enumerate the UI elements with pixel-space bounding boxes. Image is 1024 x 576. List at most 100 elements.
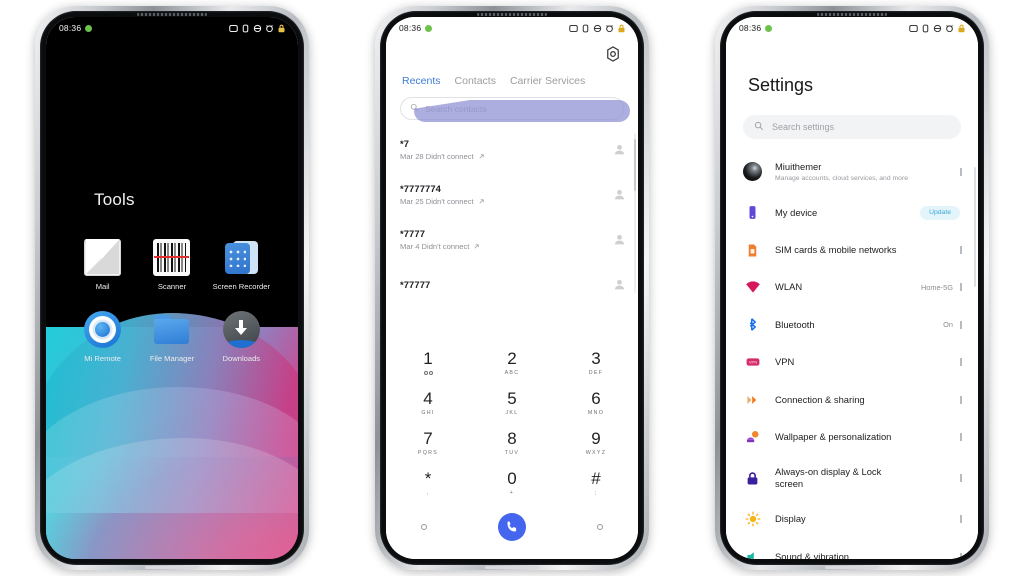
app-scanner[interactable]: Scanner — [137, 239, 206, 291]
app-mi-remote[interactable]: Mi Remote — [68, 311, 137, 363]
lock-icon — [957, 24, 966, 33]
settings-value: On — [943, 320, 953, 330]
app-downloads[interactable]: Downloads — [207, 311, 276, 363]
app-screen-recorder[interactable]: Screen Recorder — [207, 239, 276, 291]
settings-row-display[interactable]: Display — [726, 501, 978, 538]
mail-icon — [84, 239, 122, 276]
dialpad-key-hash[interactable]: # ; — [554, 463, 638, 503]
chevron-right-icon — [960, 432, 964, 442]
key-letters: GHI — [421, 410, 435, 416]
settings-row-account[interactable]: Miuithemer Manage accounts, cloud servic… — [726, 149, 978, 194]
sound-icon — [743, 547, 762, 559]
phone-3-settings: 08:36 Settings Search settings Miuitheme… — [715, 6, 989, 570]
settings-row-always-on-display[interactable]: Always-on display & Lock screen — [726, 456, 978, 501]
gear-icon[interactable] — [604, 45, 622, 63]
dialpad-key-0[interactable]: 0 + — [470, 463, 554, 503]
mi-remote-icon — [84, 311, 122, 349]
status-bar-icons — [569, 24, 626, 33]
connection-sharing-icon — [743, 390, 762, 409]
dialpad-key-4[interactable]: 4 GHI — [386, 383, 470, 423]
earpiece-speaker — [817, 13, 887, 16]
call-log-row[interactable]: *7 Mar 28 Didn't connect — [386, 127, 638, 172]
recent-calls-list: *7 Mar 28 Didn't connect *7777774 Mar 25… — [386, 127, 638, 369]
search-icon — [410, 103, 419, 114]
tab-contacts[interactable]: Contacts — [455, 75, 496, 87]
dialpad-key-1[interactable]: 1 — [386, 343, 470, 383]
folder-icon — [153, 311, 190, 348]
chevron-right-icon — [960, 552, 964, 559]
lock-icon — [617, 24, 626, 33]
dialpad-key-7[interactable]: 7 PQRS — [386, 423, 470, 463]
settings-label: SIM cards & mobile networks — [775, 244, 897, 256]
brightness-icon — [743, 510, 762, 529]
dialer-bottom-bar — [386, 503, 638, 551]
dialpad-key-star[interactable]: * , — [386, 463, 470, 503]
recording-indicator-dot — [425, 24, 433, 32]
update-badge[interactable]: Update — [920, 205, 960, 220]
app-mail[interactable]: Mail — [68, 239, 137, 291]
right-dot-button[interactable] — [596, 524, 603, 530]
tab-recents[interactable]: Recents — [402, 75, 441, 87]
call-log-row[interactable]: *77777 — [386, 262, 638, 307]
key-digit: 2 — [507, 349, 517, 368]
call-button[interactable] — [497, 513, 526, 541]
call-log-row[interactable]: *7777 Mar 4 Didn't connect — [386, 217, 638, 262]
chevron-right-icon — [960, 320, 964, 330]
status-bar: 08:36 — [46, 17, 298, 39]
phone-2-dialer: 08:36 Recents Contacts Carrier Services … — [375, 6, 649, 570]
lock-icon — [743, 469, 762, 488]
dialpad-key-9[interactable]: 9 WXYZ — [554, 423, 638, 463]
settings-row-bluetooth[interactable]: Bluetooth On — [726, 306, 978, 343]
search-settings-input[interactable]: Search settings — [743, 115, 961, 139]
call-detail: Mar 4 Didn't connect — [400, 242, 470, 251]
key-digit: 0 — [507, 469, 517, 488]
tab-carrier-services[interactable]: Carrier Services — [510, 75, 585, 87]
bottom-speaker-grille — [145, 566, 199, 569]
settings-row-wlan[interactable]: WLAN Home-5G — [726, 269, 978, 306]
scrollbar-thumb[interactable] — [634, 139, 636, 191]
phone-handset-icon — [507, 521, 517, 532]
vibrate-icon — [241, 24, 250, 33]
settings-row-connection-sharing[interactable]: Connection & sharing — [726, 381, 978, 418]
dialpad-key-3[interactable]: 3 DEF — [554, 343, 638, 383]
status-bar-clock: 08:36 — [59, 23, 82, 33]
app-file-manager[interactable]: File Manager — [137, 311, 206, 363]
barcode-scanner-icon — [153, 239, 191, 276]
key-letters: ABC — [504, 370, 520, 376]
settings-row-wallpaper[interactable]: Wallpaper & personalization — [726, 418, 978, 455]
key-letters: ; — [594, 490, 598, 496]
settings-label: Wallpaper & personalization — [775, 431, 892, 443]
device-icon — [743, 203, 762, 222]
status-bar-clock: 08:36 — [399, 23, 422, 33]
svg-text:VPN: VPN — [748, 360, 756, 365]
scrollbar-thumb[interactable] — [974, 167, 976, 287]
settings-row-vpn[interactable]: VPN VPN — [726, 344, 978, 381]
chevron-right-icon — [960, 473, 964, 483]
folder-title: Tools — [94, 190, 135, 209]
key-digit: 7 — [423, 429, 433, 448]
key-letters: JKL — [505, 410, 519, 416]
call-number: *7777 — [400, 228, 426, 239]
settings-row-sim-cards[interactable]: SIM cards & mobile networks — [726, 231, 978, 268]
dialpad-key-2[interactable]: 2 ABC — [470, 343, 554, 383]
search-input[interactable]: Search contacts — [400, 97, 624, 120]
alarm-icon — [605, 24, 614, 33]
alarm-icon — [945, 24, 954, 33]
key-digit: 6 — [591, 389, 601, 408]
settings-value: Home-5G — [920, 282, 953, 292]
settings-row-my-device[interactable]: My device Update — [726, 194, 978, 231]
dialpad-key-6[interactable]: 6 MNO — [554, 383, 638, 423]
settings-row-sound-vibration[interactable]: Sound & vibration — [726, 538, 978, 559]
left-dot-button[interactable] — [421, 524, 428, 530]
dialpad-key-5[interactable]: 5 JKL — [470, 383, 554, 423]
search-icon — [754, 121, 764, 133]
voicemail-icon — [423, 370, 433, 376]
chevron-right-icon — [960, 514, 964, 524]
call-log-row[interactable]: *7777774 Mar 25 Didn't connect — [386, 172, 638, 217]
dialpad-key-8[interactable]: 8 TUV — [470, 423, 554, 463]
settings-label: Display — [775, 513, 806, 525]
wallpaper-icon — [743, 428, 762, 447]
dialer-tabs: Recents Contacts Carrier Services — [402, 75, 628, 87]
key-letters: DEF — [588, 370, 604, 376]
recording-indicator-dot — [765, 24, 773, 32]
